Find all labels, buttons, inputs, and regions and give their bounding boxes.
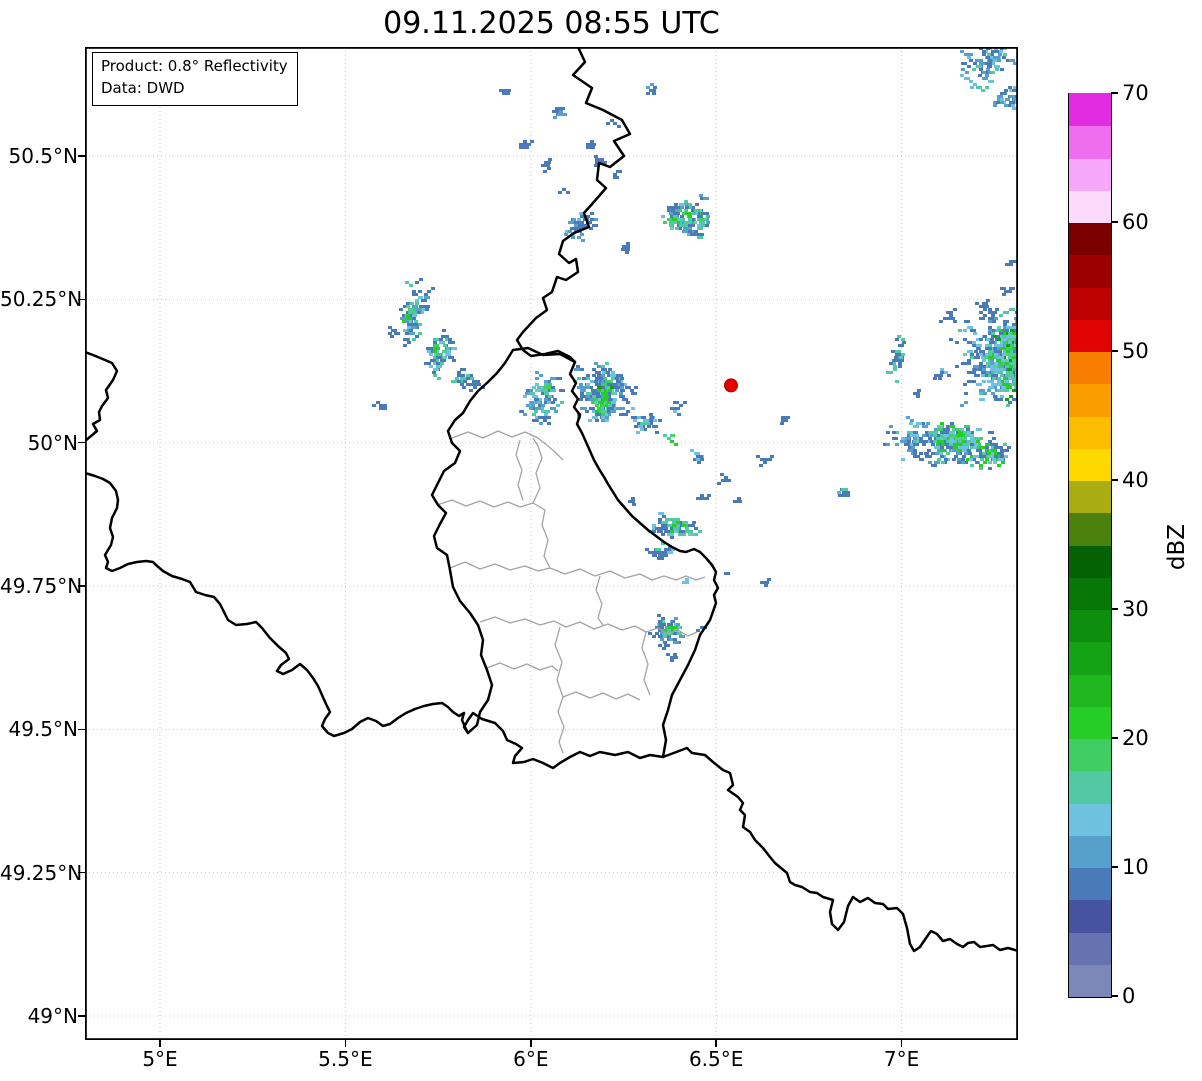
x-axis-tick-label: 6°E <box>513 1047 549 1071</box>
colorbar-segment <box>1069 770 1111 804</box>
colorbar-segment <box>1069 609 1111 643</box>
x-axis-tick-label: 5.5°E <box>318 1047 373 1071</box>
y-axis-tick-label: 50°N <box>27 430 78 455</box>
x-axis-tick <box>900 1040 903 1047</box>
colorbar-segment <box>1069 125 1111 159</box>
colorbar-segment <box>1069 738 1111 772</box>
colorbar-segment <box>1069 351 1111 385</box>
colorbar-segment <box>1069 157 1111 191</box>
colorbar-tick <box>1111 866 1118 868</box>
x-axis-tick <box>715 1040 717 1047</box>
colorbar-segment <box>1069 254 1111 288</box>
x-axis-tick <box>530 1040 532 1047</box>
colorbar-segment <box>1069 93 1111 127</box>
colorbar-segment <box>1069 544 1111 578</box>
y-axis-tick-label: 49.25°N <box>0 860 83 885</box>
colorbar-segment <box>1069 705 1111 739</box>
x-axis-tick <box>159 1040 161 1047</box>
colorbar-tick-label: 70 <box>1122 81 1149 105</box>
gridlines <box>85 47 1018 1040</box>
data-source-label: Data: DWD <box>101 78 185 97</box>
admin-borders <box>436 430 706 754</box>
colorbar-segment <box>1069 931 1111 965</box>
colorbar-segment <box>1069 286 1111 320</box>
colorbar <box>1068 93 1112 998</box>
colorbar-tick-label: 50 <box>1122 339 1149 363</box>
x-axis-tick-label: 5°E <box>142 1047 178 1071</box>
x-axis-tick-label: 7°E <box>883 1047 920 1071</box>
plot-frame <box>85 47 1018 1040</box>
colorbar-segment <box>1069 189 1111 223</box>
page-title: 09.11.2025 08:55 UTC <box>383 6 720 41</box>
radar-screenshot: 09.11.2025 08:55 UTC Product: 0.8° Refle… <box>0 0 1202 1081</box>
colorbar-tick <box>1111 995 1118 997</box>
colorbar-tick-label: 30 <box>1122 597 1149 621</box>
colorbar-segment <box>1069 834 1111 868</box>
colorbar-segment <box>1069 383 1111 417</box>
country-borders <box>85 47 1018 953</box>
y-axis-tick <box>78 441 85 444</box>
y-axis-tick-label: 49°N <box>27 1004 78 1028</box>
colorbar-tick <box>1111 92 1118 94</box>
colorbar-tick <box>1111 479 1118 481</box>
y-axis-tick <box>78 1015 85 1017</box>
colorbar-segment <box>1069 318 1111 352</box>
colorbar-tick <box>1111 608 1118 610</box>
colorbar-unit-label: dBZ <box>1164 523 1190 571</box>
radar-map-canvas <box>85 47 1018 1040</box>
y-axis-tick-label: 49.75°N <box>0 574 83 599</box>
colorbar-tick-label: 40 <box>1122 468 1149 492</box>
colorbar-segment <box>1069 480 1111 514</box>
colorbar-segment <box>1069 963 1111 997</box>
colorbar-segment <box>1069 899 1111 933</box>
colorbar-tick-label: 20 <box>1122 726 1149 750</box>
colorbar-segment <box>1069 512 1111 546</box>
colorbar-segment <box>1069 673 1111 707</box>
y-axis-tick-label: 50.5°N <box>8 144 79 169</box>
y-axis-tick-label: 50.25°N <box>0 287 83 312</box>
x-axis-tick-label: 6.5°E <box>688 1047 744 1071</box>
product-info-box: Product: 0.8° Reflectivity Data: DWD <box>92 52 298 106</box>
colorbar-tick-label: 0 <box>1122 984 1136 1008</box>
y-axis-tick-label: 49.5°N <box>8 717 79 742</box>
colorbar-segment <box>1069 415 1111 449</box>
colorbar-tick-label: 60 <box>1122 210 1149 234</box>
location-marker <box>724 378 738 393</box>
colorbar-segment <box>1069 222 1111 256</box>
colorbar-segment <box>1069 867 1111 901</box>
x-axis-tick <box>344 1040 347 1047</box>
map-plot: Product: 0.8° Reflectivity Data: DWD <box>85 47 1018 1040</box>
colorbar-tick <box>1111 737 1118 739</box>
radar-echoes <box>372 47 1018 662</box>
y-axis-tick <box>78 728 85 731</box>
colorbar-tick <box>1111 221 1118 223</box>
colorbar-tick <box>1111 350 1118 352</box>
y-axis-tick <box>78 155 85 157</box>
colorbar-segment <box>1069 641 1111 675</box>
product-label: Product: 0.8° Reflectivity <box>101 57 288 75</box>
colorbar-segment <box>1069 576 1111 610</box>
colorbar-segment <box>1069 447 1111 481</box>
colorbar-tick-label: 10 <box>1122 855 1149 879</box>
colorbar-segment <box>1069 802 1111 836</box>
